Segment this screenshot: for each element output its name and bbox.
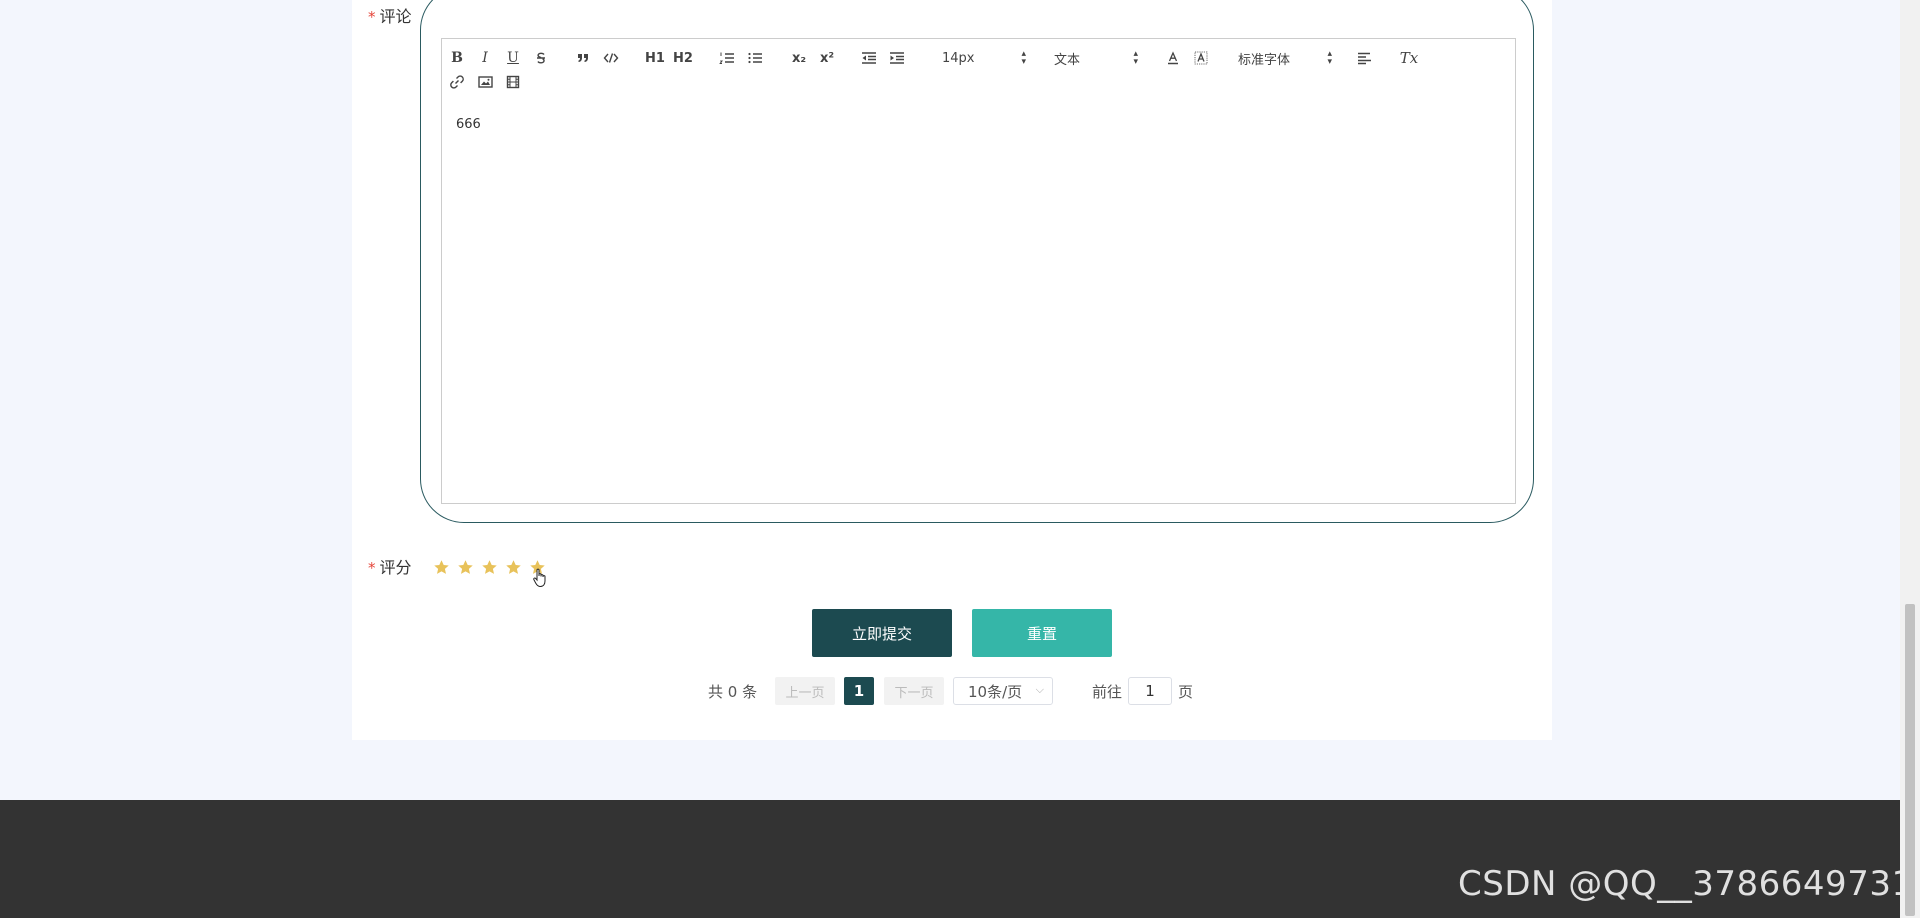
goto-label: 前往 bbox=[1092, 682, 1123, 701]
comment-label-text: 评论 bbox=[379, 7, 412, 26]
select-caret-icon: ▴ ▾ bbox=[1133, 49, 1138, 67]
pagination-total: 共 0 条 bbox=[708, 682, 758, 701]
font-family-select[interactable]: 标准字体 ▴ ▾ bbox=[1238, 47, 1332, 69]
heading-style-select[interactable]: 文本 ▴ ▾ bbox=[1054, 47, 1138, 69]
bullet-list-button[interactable] bbox=[742, 47, 768, 69]
bold-button[interactable]: B bbox=[444, 47, 470, 69]
page-size-value: 10条/页 bbox=[968, 682, 1023, 701]
strikethrough-icon bbox=[537, 52, 545, 64]
ordered-list-button[interactable] bbox=[714, 47, 740, 69]
star-icon[interactable] bbox=[505, 559, 522, 576]
bullet-list-icon bbox=[748, 52, 762, 64]
strike-button[interactable] bbox=[528, 47, 554, 69]
h2-icon: H2 bbox=[673, 50, 693, 66]
current-page-button[interactable]: 1 bbox=[844, 677, 874, 705]
quote-icon bbox=[578, 54, 588, 62]
code-block-button[interactable] bbox=[598, 47, 624, 69]
superscript-icon: x² bbox=[819, 50, 835, 66]
outdent-icon bbox=[862, 52, 876, 64]
editor-content-area[interactable]: 666 bbox=[441, 103, 1516, 504]
chevron-down-icon: ⌵ bbox=[1035, 683, 1044, 696]
align-left-icon bbox=[1358, 52, 1371, 65]
italic-icon: I bbox=[482, 50, 488, 66]
reset-button[interactable]: 重置 bbox=[972, 609, 1112, 657]
font-family-value: 标准字体 bbox=[1238, 52, 1291, 68]
italic-button[interactable]: I bbox=[472, 47, 498, 69]
image-button[interactable] bbox=[472, 71, 498, 93]
vertical-scrollbar[interactable] bbox=[1900, 0, 1920, 918]
prev-page-button[interactable]: 上一页 bbox=[775, 677, 835, 705]
editor-toolbar: B I U H1 H2 x₂ x² 14px ▴ ▾ 文本 ▴ ▾ 标准字体 ▴ ▾ bbox=[441, 38, 1516, 104]
rating-stars[interactable] bbox=[433, 559, 546, 576]
star-icon[interactable] bbox=[481, 559, 498, 576]
h1-icon: H1 bbox=[645, 50, 665, 66]
font-size-value: 14px bbox=[942, 50, 975, 66]
editor-text: 666 bbox=[456, 117, 481, 132]
comment-label: * 评论 bbox=[368, 7, 412, 27]
rating-label: * 评分 bbox=[368, 558, 412, 578]
bold-icon: B bbox=[451, 50, 463, 66]
link-button[interactable] bbox=[444, 71, 470, 93]
video-button[interactable] bbox=[500, 71, 526, 93]
next-page-button[interactable]: 下一页 bbox=[884, 677, 944, 705]
page-size-select[interactable]: 10条/页 ⌵ bbox=[953, 677, 1053, 705]
required-mark: * bbox=[368, 8, 376, 26]
outdent-button[interactable] bbox=[856, 47, 882, 69]
header-1-button[interactable]: H1 bbox=[642, 47, 668, 69]
background-color-button[interactable] bbox=[1188, 47, 1214, 69]
heading-style-value: 文本 bbox=[1054, 52, 1081, 68]
csdn-watermark: CSDN @QQ__3786649731 bbox=[1458, 864, 1914, 904]
underline-button[interactable]: U bbox=[500, 47, 526, 69]
select-caret-icon: ▴ ▾ bbox=[1327, 49, 1332, 67]
clean-format-button[interactable]: Tx bbox=[1396, 47, 1422, 69]
image-icon bbox=[477, 76, 493, 88]
scrollbar-thumb[interactable] bbox=[1905, 604, 1915, 916]
header-2-button[interactable]: H2 bbox=[670, 47, 696, 69]
blockquote-button[interactable] bbox=[570, 47, 596, 69]
indent-button[interactable] bbox=[884, 47, 910, 69]
select-caret-icon: ▴ ▾ bbox=[1021, 49, 1026, 67]
font-color-button[interactable] bbox=[1160, 47, 1186, 69]
code-icon bbox=[603, 53, 619, 63]
font-size-select[interactable]: 14px ▴ ▾ bbox=[942, 47, 1026, 69]
subscript-button[interactable]: x₂ bbox=[786, 47, 812, 69]
background-color-icon bbox=[1194, 51, 1208, 65]
ordered-list-icon bbox=[719, 52, 734, 64]
hand-cursor-icon bbox=[533, 568, 546, 588]
clear-format-icon: Tx bbox=[1399, 49, 1419, 67]
underline-icon: U bbox=[507, 50, 519, 66]
subscript-icon: x₂ bbox=[791, 50, 807, 66]
link-icon bbox=[450, 75, 464, 89]
font-color-icon bbox=[1168, 51, 1178, 65]
goto-unit: 页 bbox=[1178, 682, 1194, 701]
rating-label-text: 评分 bbox=[379, 558, 412, 577]
goto-page-input[interactable] bbox=[1128, 677, 1172, 705]
required-mark: * bbox=[368, 559, 376, 577]
superscript-button[interactable]: x² bbox=[814, 47, 840, 69]
indent-icon bbox=[890, 52, 904, 64]
submit-button[interactable]: 立即提交 bbox=[812, 609, 952, 657]
star-icon[interactable] bbox=[457, 559, 474, 576]
star-icon[interactable] bbox=[433, 559, 450, 576]
align-button[interactable] bbox=[1352, 47, 1378, 69]
video-icon bbox=[506, 75, 520, 89]
